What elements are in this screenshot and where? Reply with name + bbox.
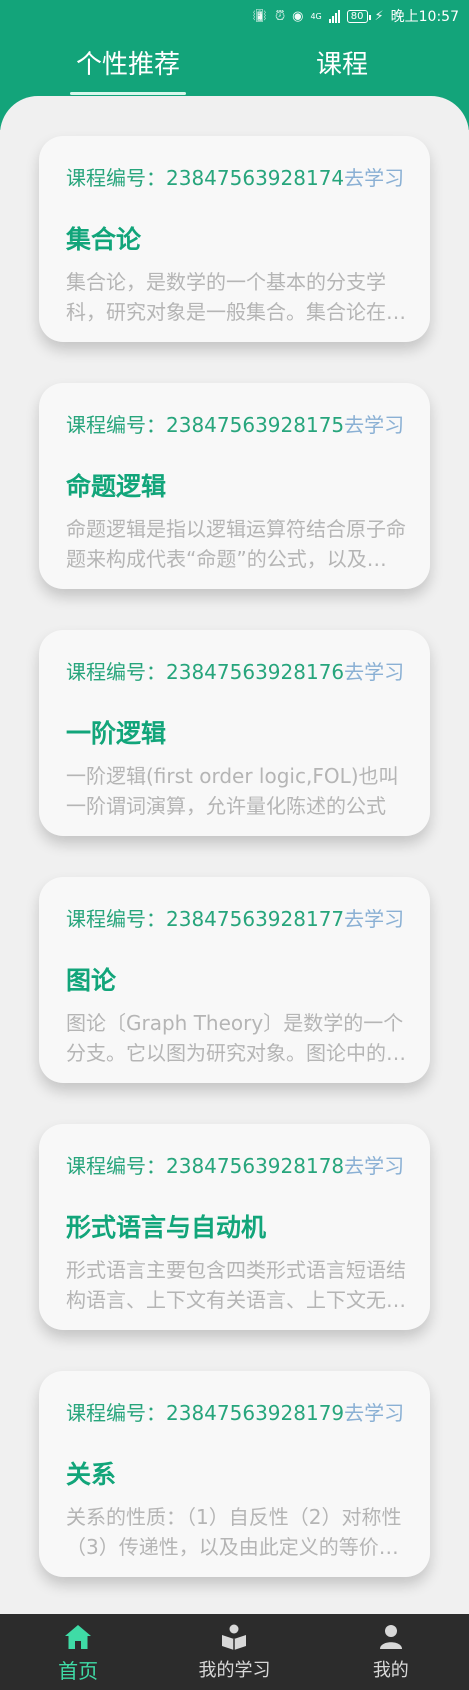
course-title: 形式语言与自动机 — [66, 1213, 267, 1242]
course-description: 命题逻辑是指以逻辑运算符结合原子命题来构成代表“命题”的公式，以及允许某些公式建… — [66, 517, 406, 571]
course-card[interactable]: 课程编号：23847563928178去学习 形式语言与自动机 形式语言主要包含… — [39, 1124, 430, 1330]
course-code-label: 课程编号： — [66, 1154, 166, 1178]
course-title: 图论 — [66, 966, 117, 995]
course-title: 关系 — [66, 1460, 117, 1489]
person-icon — [379, 1625, 402, 1649]
status-bar: 📳︎ ⏰︎ ◉ 4G 80 ⚡︎ 晚上10:57 — [0, 0, 469, 32]
nav-profile[interactable]: 我的 — [313, 1614, 469, 1690]
course-title: 集合论 — [66, 225, 142, 254]
course-title: 命题逻辑 — [66, 472, 167, 501]
course-description: 关系的性质：（1）自反性（2）对称性（3）传递性，以及由此定义的等价关系 — [66, 1505, 402, 1559]
course-description: 集合论，是数学的一个基本的分支学科，研究对象是一般集合。集合论在数学中占有一个独… — [66, 270, 406, 324]
course-list[interactable]: 课程编号：23847563928174去学习 集合论 集合论，是数学的一个基本的… — [0, 96, 469, 1614]
active-tab-indicator — [70, 92, 186, 95]
course-description: 形式语言主要包含四类形式语言短语结构语言、上下文有关语言、上下文无关语言和正则语… — [66, 1258, 406, 1312]
go-learn-link[interactable]: 去学习 — [344, 413, 404, 437]
course-code-label: 课程编号： — [66, 907, 166, 931]
course-code-label: 课程编号： — [66, 660, 166, 684]
charging-icon: ⚡︎ — [374, 8, 384, 24]
go-learn-link[interactable]: 去学习 — [344, 1154, 404, 1178]
signal-icon — [328, 9, 340, 23]
tab-recommend[interactable]: 个性推荐 — [70, 44, 186, 81]
course-code: 23847563928174 — [166, 166, 345, 190]
course-code-label: 课程编号： — [66, 1401, 166, 1425]
course-code-row: 课程编号：23847563928177去学习 — [66, 903, 404, 932]
go-learn-link[interactable]: 去学习 — [344, 1401, 404, 1425]
course-code: 23847563928178 — [166, 1154, 345, 1178]
course-code: 23847563928175 — [166, 413, 345, 437]
course-code: 23847563928176 — [166, 660, 345, 684]
course-code-row: 课程编号：23847563928174去学习 — [66, 162, 404, 191]
bottom-nav: 首页 我的学习 我的 — [0, 1614, 469, 1690]
course-card[interactable]: 课程编号：23847563928175去学习 命题逻辑 命题逻辑是指以逻辑运算符… — [39, 383, 430, 589]
battery-level: 80 — [350, 10, 364, 22]
course-description: 图论〔Graph Theory〕是数学的一个分支。它以图为研究对象。图论中的图是… — [66, 1011, 406, 1065]
course-code: 23847563928177 — [166, 907, 345, 931]
course-code-label: 课程编号： — [66, 413, 166, 437]
nav-profile-label: 我的 — [372, 1660, 409, 1681]
nav-my-learning-label: 我的学习 — [198, 1660, 271, 1681]
go-learn-link[interactable]: 去学习 — [344, 907, 404, 931]
eye-icon: ◉ — [292, 8, 304, 24]
course-card[interactable]: 课程编号：23847563928176去学习 一阶逻辑 一阶逻辑(first o… — [39, 630, 430, 836]
tab-courses[interactable]: 课程 — [300, 44, 384, 81]
network-type: 4G — [310, 11, 322, 21]
nav-home-label: 首页 — [58, 1659, 99, 1683]
course-card[interactable]: 课程编号：23847563928179去学习 关系 关系的性质：（1）自反性（2… — [39, 1371, 430, 1577]
course-code-label: 课程编号： — [66, 166, 166, 190]
book-reader-icon — [222, 1624, 247, 1650]
go-learn-link[interactable]: 去学习 — [344, 660, 404, 684]
course-card[interactable]: 课程编号：23847563928177去学习 图论 图论〔Graph Theor… — [39, 877, 430, 1083]
course-code-row: 课程编号：23847563928175去学习 — [66, 409, 404, 438]
course-description: 一阶逻辑(first order logic,FOL)也叫一阶谓词演算，允许量化… — [66, 764, 399, 818]
course-code-row: 课程编号：23847563928176去学习 — [66, 656, 404, 685]
vibrate-icon: 📳︎ — [251, 8, 268, 24]
course-code: 23847563928179 — [166, 1401, 345, 1425]
go-learn-link[interactable]: 去学习 — [344, 166, 404, 190]
course-code-row: 课程编号：23847563928179去学习 — [66, 1397, 404, 1426]
alarm-icon: ⏰︎ — [274, 8, 286, 24]
course-title: 一阶逻辑 — [66, 719, 167, 748]
nav-my-learning[interactable]: 我的学习 — [156, 1614, 312, 1690]
status-time: 晚上10:57 — [390, 9, 459, 25]
home-icon — [65, 1625, 92, 1649]
course-code-row: 课程编号：23847563928178去学习 — [66, 1150, 404, 1179]
nav-home[interactable]: 首页 — [0, 1614, 156, 1690]
battery-icon: 80 — [346, 9, 371, 23]
course-card[interactable]: 课程编号：23847563928174去学习 集合论 集合论，是数学的一个基本的… — [39, 136, 430, 342]
top-tabs: 个性推荐 课程 — [0, 40, 469, 96]
